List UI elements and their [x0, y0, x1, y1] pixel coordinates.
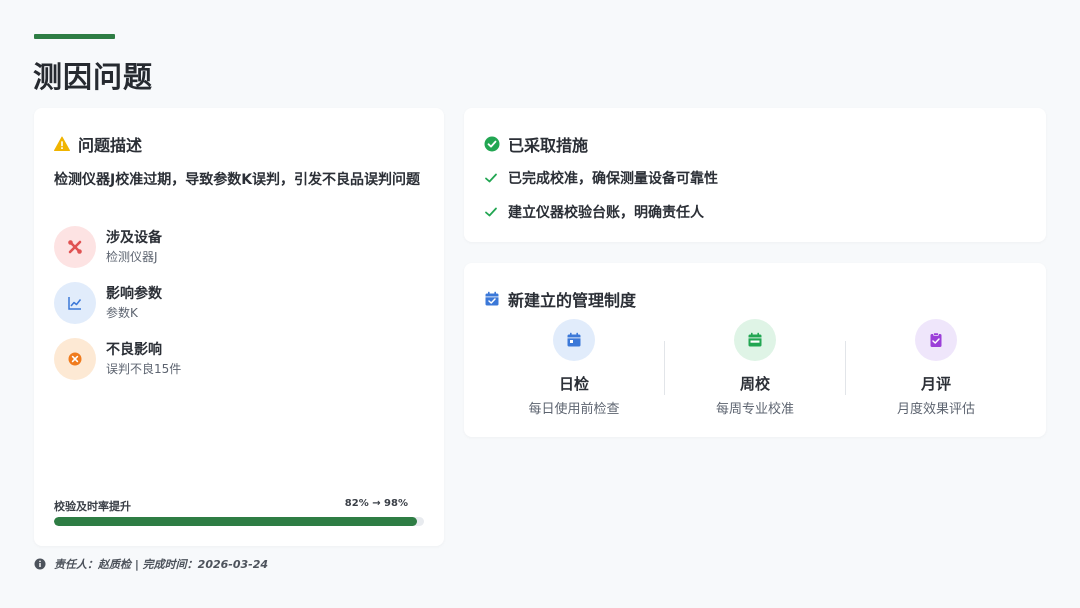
measure-item: 已完成校准，确保测量设备可靠性: [484, 168, 718, 188]
measures-card-title: 已采取措施: [508, 136, 589, 155]
system-item-weekly: 周校 每周专业校准: [665, 319, 845, 417]
system-card-header: 新建立的管理制度: [484, 287, 636, 311]
footer-text: 责任人：赵质检 | 完成时间：2026-03-24: [54, 558, 269, 571]
chart-line-icon: [54, 282, 96, 324]
calendar-day-icon: [553, 319, 595, 361]
calendar-week-icon: [734, 319, 776, 361]
page-title: 测因问题: [33, 60, 154, 94]
problem-card: 问题描述 检测仪器J校准过期，导致参数K误判，引发不良品误判问题 涉及设备 检测…: [34, 108, 444, 546]
info-icon: [34, 558, 46, 570]
info-item-title: 影响参数: [106, 286, 162, 302]
info-item-parameter: 影响参数 参数K: [54, 282, 162, 324]
progress-label: 校验及时率提升: [54, 500, 131, 513]
footer-note: 责任人：赵质检 | 完成时间：2026-03-24: [34, 556, 268, 572]
problem-card-title: 问题描述: [78, 136, 143, 155]
info-item-title: 涉及设备: [106, 230, 162, 246]
problem-card-header: 问题描述: [54, 132, 142, 156]
system-item-title: 日检: [558, 375, 589, 393]
info-item-value: 参数K: [106, 306, 138, 320]
check-circle-icon: [484, 136, 500, 152]
system-item-title: 周校: [739, 375, 770, 393]
info-item-impact: 不良影响 误判不良15件: [54, 338, 181, 380]
measure-item: 建立仪器校验台账，明确责任人: [484, 202, 704, 222]
progress-value: 82% → 98%: [344, 498, 408, 509]
system-card-title: 新建立的管理制度: [508, 291, 637, 310]
calendar-check-icon: [485, 291, 499, 306]
progress-fill: [54, 517, 417, 526]
x-circle-icon: [54, 338, 96, 380]
check-icon: [485, 173, 497, 183]
measure-item-label: 建立仪器校验台账，明确责任人: [508, 205, 704, 221]
system-card: 新建立的管理制度 日检 每日使用前检查 周校 每周专业校准 月评 月度效果评估: [464, 263, 1046, 437]
title-accent-bar: [34, 34, 115, 39]
system-item-monthly: 月评 月度效果评估: [846, 319, 1026, 417]
check-icon: [485, 207, 497, 217]
problem-description: 检测仪器J校准过期，导致参数K误判，引发不良品误判问题: [54, 172, 421, 188]
warning-icon: [54, 136, 70, 151]
info-item-title: 不良影响: [106, 342, 162, 358]
system-item-desc: 月度效果评估: [896, 402, 975, 417]
measures-card-header: 已采取措施: [484, 132, 588, 156]
progress-bar: [54, 517, 424, 526]
measure-item-label: 已完成校准，确保测量设备可靠性: [508, 171, 718, 187]
system-item-daily: 日检 每日使用前检查: [484, 319, 664, 417]
system-item-title: 月评: [920, 375, 951, 393]
clipboard-check-icon: [915, 319, 957, 361]
info-item-equipment: 涉及设备 检测仪器J: [54, 226, 162, 268]
system-item-desc: 每日使用前检查: [528, 402, 620, 417]
info-item-value: 误判不良15件: [106, 362, 182, 376]
tools-icon: [54, 226, 96, 268]
system-item-desc: 每周专业校准: [715, 402, 794, 417]
info-item-value: 检测仪器J: [106, 250, 158, 264]
measures-card: 已采取措施 已完成校准，确保测量设备可靠性 建立仪器校验台账，明确责任人: [464, 108, 1046, 242]
